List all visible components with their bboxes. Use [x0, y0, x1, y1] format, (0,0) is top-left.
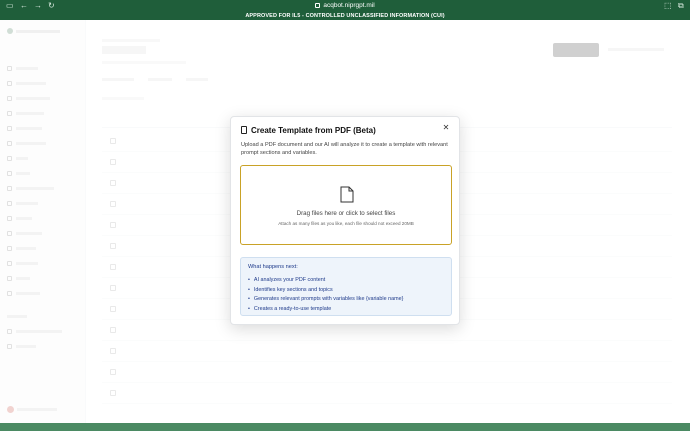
modal-description: Upload a PDF document and our AI will an…	[241, 142, 448, 156]
close-icon[interactable]: ✕	[441, 123, 451, 133]
lock-icon	[315, 2, 321, 8]
tabs-icon[interactable]: ⧉	[678, 1, 684, 11]
document-icon	[241, 126, 247, 134]
list-item: Generates relevant prompts with variable…	[248, 295, 404, 305]
file-dropzone[interactable]: Drag files here or click to select files…	[240, 165, 452, 245]
next-steps-info: What happens next: AI analyzes your PDF …	[240, 257, 452, 316]
share-icon[interactable]: ⬚	[664, 1, 672, 11]
file-icon	[340, 186, 354, 203]
address-bar[interactable]: acqbot.niprgpt.mil	[0, 1, 690, 11]
modal-title: Create Template from PDF (Beta)	[241, 126, 376, 135]
list-item: AI analyzes your PDF content	[248, 276, 403, 286]
list-item: Creates a ready-to-use template	[248, 305, 403, 315]
info-list: AI analyzes your PDF content Identifies …	[248, 276, 404, 315]
browser-toolbar: ▭ ← → ↻ acqbot.niprgpt.mil ⬚ ⧉	[0, 0, 690, 12]
url-text: acqbot.niprgpt.mil	[323, 2, 375, 9]
classification-banner: APPROVED FOR IL5 - CONTROLLED UNCLASSIFI…	[0, 12, 690, 20]
dropzone-main-text: Drag files here or click to select files	[296, 210, 396, 217]
modal-title-text: Create Template from PDF (Beta)	[251, 126, 376, 135]
footer-classification-banner	[0, 423, 690, 431]
list-item: Identifies key sections and topics	[248, 286, 403, 296]
info-title: What happens next:	[248, 264, 298, 270]
create-template-modal: Create Template from PDF (Beta) ✕ Upload…	[230, 116, 460, 325]
dropzone-sub-text: Attach as many files as you like, each f…	[278, 221, 414, 226]
